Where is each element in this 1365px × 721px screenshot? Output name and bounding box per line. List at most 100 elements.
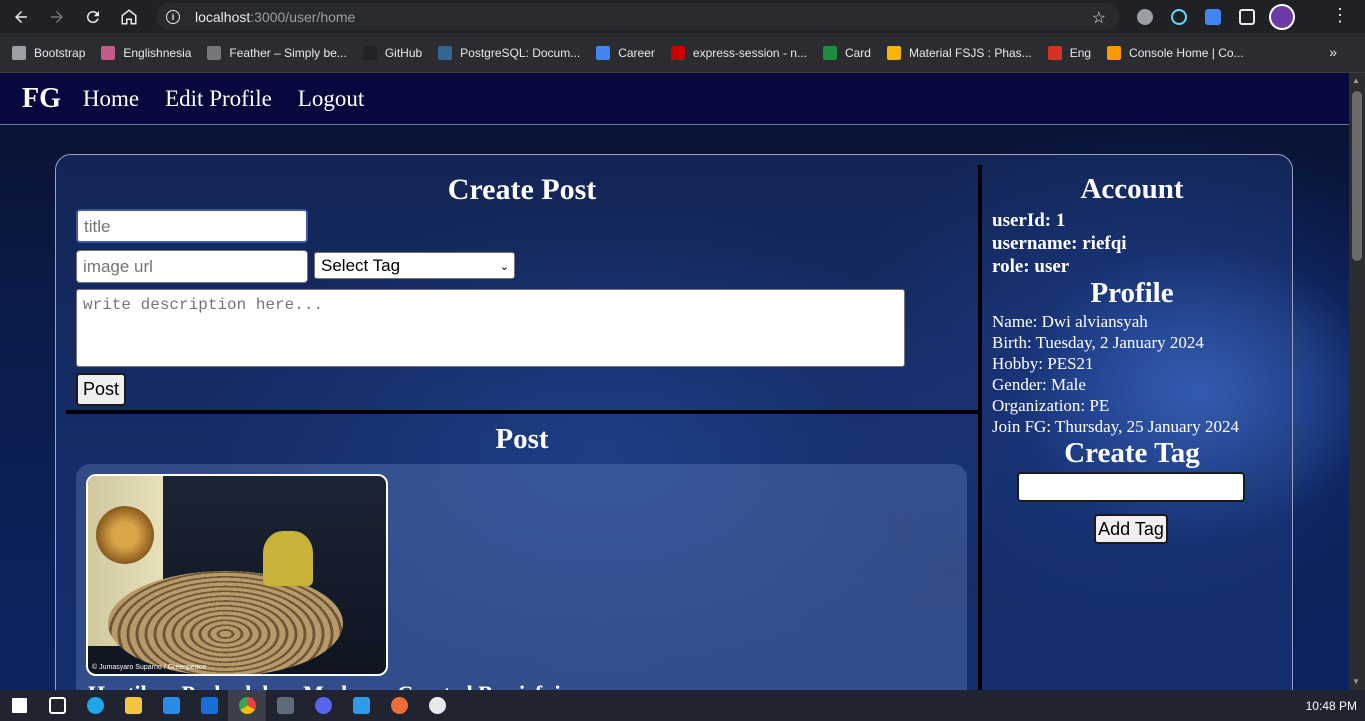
- account-role: role: user: [992, 256, 1070, 277]
- url-text: localhost:3000/user/home: [195, 9, 355, 25]
- bookmark-favicon-icon: [886, 45, 901, 60]
- nav-logout-link[interactable]: Logout: [298, 86, 364, 112]
- tag-select-value: Select Tag: [321, 256, 401, 275]
- rope-pile-shape: [108, 571, 343, 674]
- reload-icon: [86, 10, 99, 23]
- bookmark-label: PostgreSQL: Docum...: [460, 45, 581, 60]
- react-devtools-icon[interactable]: [1167, 5, 1191, 29]
- bookmark-label: Englishnesia: [123, 45, 192, 60]
- chrome-icon[interactable]: [228, 690, 266, 721]
- account-userid: userId: 1: [992, 210, 1066, 231]
- web-page: FG Home Edit Profile Logout Create Post …: [0, 73, 1349, 690]
- info-icon[interactable]: i: [166, 9, 180, 24]
- bookmark-favicon-icon: [822, 45, 837, 60]
- create-post-heading: Create Post: [447, 173, 597, 206]
- tag-name-input[interactable]: [1017, 472, 1245, 502]
- tag-select[interactable]: Select Tag ⌄: [314, 252, 515, 279]
- title-input[interactable]: title: [76, 209, 308, 243]
- extensions-puzzle-icon[interactable]: [1235, 5, 1259, 29]
- description-textarea[interactable]: write description here...: [76, 289, 905, 367]
- discord-icon[interactable]: [304, 690, 342, 721]
- forward-button[interactable]: [39, 0, 75, 33]
- profile-gender: Gender: Male: [992, 375, 1086, 394]
- bookmark-item[interactable]: Card: [822, 45, 871, 60]
- nav-home-link[interactable]: Home: [83, 86, 139, 112]
- bookmark-item[interactable]: Feather – Simply be...: [207, 45, 347, 60]
- postman-icon[interactable]: [380, 690, 418, 721]
- edge-icon[interactable]: [76, 690, 114, 721]
- bookmark-item[interactable]: Career: [596, 45, 655, 60]
- bookmark-label: express-session - n...: [692, 45, 807, 60]
- bookmark-favicon-icon: [1047, 45, 1062, 60]
- bookmark-label: Card: [844, 45, 871, 60]
- bookmark-item[interactable]: GitHub: [362, 45, 423, 60]
- bookmark-item[interactable]: Console Home | Co...: [1107, 45, 1244, 60]
- vscode-icon[interactable]: [342, 690, 380, 721]
- scroll-down-icon[interactable]: ▼: [1352, 677, 1360, 686]
- more-bookmarks-icon[interactable]: »: [1329, 44, 1337, 60]
- add-tag-button[interactable]: Add Tag: [1094, 514, 1168, 544]
- bookmark-label: GitHub: [384, 45, 423, 60]
- title-placeholder: title: [84, 217, 111, 236]
- page-scrollbar[interactable]: ▲ ▼: [1349, 73, 1365, 690]
- reload-button[interactable]: [75, 0, 111, 33]
- back-arrow-icon: [15, 10, 27, 23]
- account-username: username: riefqi: [992, 233, 1127, 254]
- create-tag-heading: Create Tag: [1064, 437, 1200, 469]
- bookmark-item[interactable]: PostgreSQL: Docum...: [438, 45, 581, 60]
- bookmark-favicon-icon: [207, 45, 222, 60]
- back-button[interactable]: [3, 0, 39, 33]
- bookmark-item[interactable]: express-session - n...: [670, 45, 807, 60]
- horizontal-divider: [66, 410, 978, 414]
- bookmark-star-icon[interactable]: ☆: [1092, 8, 1106, 28]
- person-shape: [263, 531, 313, 586]
- translate-icon[interactable]: [1201, 5, 1225, 29]
- bookmark-item[interactable]: Material FSJS : Phas...: [886, 45, 1032, 60]
- post-image[interactable]: © Jumasyaro Suparno / Greenpeace: [86, 474, 388, 676]
- nav-edit-profile-link[interactable]: Edit Profile: [165, 86, 272, 112]
- pgadmin-icon[interactable]: [418, 690, 456, 721]
- home-button[interactable]: [111, 0, 147, 33]
- bookmark-item[interactable]: Englishnesia: [101, 45, 192, 60]
- bookmark-item[interactable]: Eng: [1047, 45, 1092, 60]
- brand-logo[interactable]: FG: [22, 83, 61, 115]
- profile-avatar[interactable]: [1269, 4, 1295, 30]
- calculator-icon[interactable]: [266, 690, 304, 721]
- forward-arrow-icon: [51, 10, 63, 23]
- vertical-divider: [978, 165, 982, 690]
- profile-heading: Profile: [1090, 277, 1174, 309]
- site-navbar: FG Home Edit Profile Logout: [0, 73, 1349, 125]
- chevron-down-icon: ⌄: [499, 261, 509, 273]
- image-url-input[interactable]: image url: [76, 250, 308, 283]
- adblock-icon[interactable]: [1133, 5, 1157, 29]
- scroll-up-icon[interactable]: ▲: [1352, 76, 1360, 85]
- bookmark-favicon-icon: [101, 45, 116, 60]
- post-title[interactable]: Hentikan Perbudakan Modern - Created By …: [88, 681, 561, 690]
- clock-time: 10:48 PM: [1305, 699, 1357, 713]
- file-explorer-icon[interactable]: [114, 690, 152, 721]
- bookmark-favicon-icon: [12, 45, 26, 60]
- bookmarks-bar: Bootstrap Englishnesia Feather – Simply be…: [0, 33, 1365, 73]
- address-bar[interactable]: i localhost:3000/user/home ☆: [156, 3, 1120, 30]
- profile-join-date: Join FG: Thursday, 25 January 2024: [992, 417, 1239, 436]
- post-button[interactable]: Post: [76, 373, 126, 406]
- extensions-area: [1133, 4, 1295, 30]
- scrollbar-thumb[interactable]: [1352, 91, 1362, 261]
- task-view-icon[interactable]: [38, 690, 76, 721]
- taskbar: 10:48 PM: [0, 690, 1365, 721]
- profile-hobby: Hobby: PES21: [992, 354, 1094, 373]
- windows-start-icon[interactable]: [0, 690, 38, 721]
- mail-icon[interactable]: [190, 690, 228, 721]
- bookmark-label: Eng: [1069, 45, 1092, 60]
- bookmark-favicon-icon: [362, 45, 377, 60]
- url-path: :3000/user/home: [250, 8, 356, 25]
- store-icon[interactable]: [152, 690, 190, 721]
- bookmark-label: Career: [618, 45, 655, 60]
- bookmark-item[interactable]: Bootstrap: [12, 45, 85, 60]
- home-icon: [121, 8, 137, 24]
- bookmark-favicon-icon: [670, 45, 685, 60]
- description-placeholder: write description here...: [83, 296, 324, 314]
- browser-toolbar: i localhost:3000/user/home ☆ ⋮: [0, 0, 1365, 33]
- browser-menu-icon[interactable]: ⋮: [1331, 5, 1349, 26]
- bookmark-favicon-icon: [438, 45, 453, 60]
